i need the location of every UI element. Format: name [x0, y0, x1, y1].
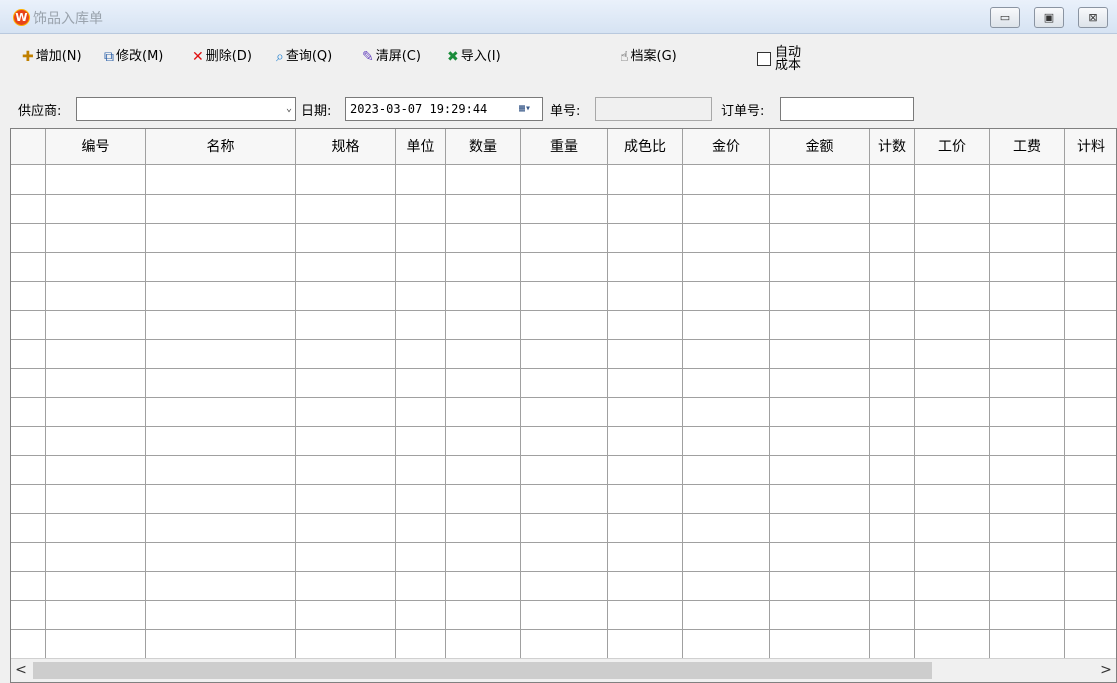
- auto-cost-checkbox[interactable]: 自动成本: [757, 42, 803, 76]
- grid-row-line: [11, 252, 1116, 253]
- calendar-icon[interactable]: ▦▾: [519, 103, 539, 115]
- horizontal-scrollbar[interactable]: < >: [11, 658, 1116, 682]
- grid-column-line: [989, 165, 990, 659]
- column-header[interactable]: 成色比: [608, 129, 683, 165]
- order-no-label: 订单号:: [721, 104, 765, 119]
- grid-column-line: [445, 165, 446, 659]
- hand-icon: ☝: [620, 49, 629, 65]
- chevron-down-icon: ⌄: [285, 103, 292, 114]
- scroll-thumb[interactable]: [33, 662, 932, 679]
- grid-column-line: [769, 165, 770, 659]
- query-button[interactable]: ⌕ 查询(Q): [276, 46, 332, 68]
- delete-button[interactable]: ✕ 删除(D): [192, 46, 252, 68]
- date-label: 日期:: [301, 104, 332, 119]
- edit-icon: ⧉: [104, 49, 114, 65]
- column-header[interactable]: 金额: [770, 129, 870, 165]
- edit-button[interactable]: ⧉ 修改(M): [104, 46, 163, 68]
- order-no-field[interactable]: [780, 97, 914, 121]
- grid-row-line: [11, 194, 1116, 195]
- supplier-select[interactable]: ⌄: [76, 97, 296, 121]
- grid-row-line: [11, 571, 1116, 572]
- add-button[interactable]: ✚ 增加(N): [22, 46, 82, 68]
- column-header[interactable]: 编号: [46, 129, 146, 165]
- grid-column-line: [1064, 165, 1065, 659]
- grid-row-line: [11, 513, 1116, 514]
- grid-column-line: [520, 165, 521, 659]
- grid-row-line: [11, 484, 1116, 485]
- grid-column-line: [395, 165, 396, 659]
- close-button[interactable]: ⊠: [1078, 7, 1108, 28]
- column-header[interactable]: [11, 129, 46, 165]
- grid-column-line: [295, 165, 296, 659]
- window-title: 饰品入库单: [33, 11, 103, 27]
- title-bar: W 饰品入库单 ▭ ▣ ⊠: [0, 0, 1117, 34]
- column-header[interactable]: 名称: [146, 129, 296, 165]
- archive-button[interactable]: ☝ 档案(G): [620, 46, 677, 68]
- grid-column-line: [682, 165, 683, 659]
- grid-header: 编号 名称 规格 单位 数量 重量 成色比 金价 金额 计数 工价 工费 计料: [11, 129, 1116, 165]
- grid-row-line: [11, 629, 1116, 630]
- grid-row-line: [11, 368, 1116, 369]
- bill-no-field[interactable]: [595, 97, 712, 121]
- date-picker[interactable]: 2023-03-07 19:29:44 ▦▾: [345, 97, 543, 121]
- scroll-right-button[interactable]: >: [1096, 659, 1116, 682]
- column-header[interactable]: 规格: [296, 129, 396, 165]
- grid-column-line: [145, 165, 146, 659]
- column-header[interactable]: 单位: [396, 129, 446, 165]
- grid-row-line: [11, 281, 1116, 282]
- toolbar: ✚ 增加(N) ⧉ 修改(M) ✕ 删除(D) ⌕ 查询(Q) ✎ 清屏(C) …: [0, 34, 1117, 88]
- query-icon: ⌕: [276, 49, 284, 65]
- grid-row-line: [11, 223, 1116, 224]
- grid-row-line: [11, 600, 1116, 601]
- clear-button[interactable]: ✎ 清屏(C): [362, 46, 421, 68]
- grid-row-line: [11, 455, 1116, 456]
- grid-row-line: [11, 310, 1116, 311]
- delete-label: 删除(D): [205, 49, 252, 64]
- grid-row-line: [11, 426, 1116, 427]
- filter-row: 供应商: ⌄ 日期: 2023-03-07 19:29:44 ▦▾ 单号: 订单…: [0, 94, 1117, 124]
- scroll-left-button[interactable]: <: [11, 659, 31, 682]
- date-value: 2023-03-07 19:29:44: [350, 102, 488, 116]
- add-icon: ✚: [22, 49, 34, 65]
- grid-column-line: [607, 165, 608, 659]
- clear-label: 清屏(C): [375, 49, 421, 64]
- column-header[interactable]: 工费: [990, 129, 1065, 165]
- bill-no-label: 单号:: [550, 104, 581, 119]
- grid-row-line: [11, 542, 1116, 543]
- grid-column-line: [869, 165, 870, 659]
- add-label: 增加(N): [35, 49, 82, 64]
- column-header[interactable]: 计料: [1065, 129, 1116, 165]
- import-button[interactable]: ✖ 导入(I): [447, 46, 501, 68]
- supplier-label: 供应商:: [18, 104, 62, 119]
- minimize-button[interactable]: ▭: [990, 7, 1020, 28]
- column-header[interactable]: 重量: [521, 129, 608, 165]
- excel-icon: ✖: [447, 49, 459, 65]
- items-grid[interactable]: 编号 名称 规格 单位 数量 重量 成色比 金价 金额 计数 工价 工费 计料 < >: [10, 128, 1117, 683]
- grid-row-line: [11, 339, 1116, 340]
- auto-cost-label: 自动成本: [775, 45, 802, 73]
- column-header[interactable]: 计数: [870, 129, 915, 165]
- column-header[interactable]: 数量: [446, 129, 521, 165]
- grid-column-line: [914, 165, 915, 659]
- column-header[interactable]: 工价: [915, 129, 990, 165]
- query-label: 查询(Q): [285, 49, 333, 64]
- edit-label: 修改(M): [116, 49, 164, 64]
- column-header[interactable]: 金价: [683, 129, 770, 165]
- grid-column-line: [45, 165, 46, 659]
- clear-icon: ✎: [362, 49, 374, 65]
- app-icon: W: [13, 9, 30, 26]
- delete-icon: ✕: [192, 49, 204, 65]
- checkbox-box[interactable]: [757, 52, 771, 66]
- import-label: 导入(I): [460, 49, 501, 64]
- grid-row-line: [11, 397, 1116, 398]
- maximize-button[interactable]: ▣: [1034, 7, 1064, 28]
- archive-label: 档案(G): [630, 49, 677, 64]
